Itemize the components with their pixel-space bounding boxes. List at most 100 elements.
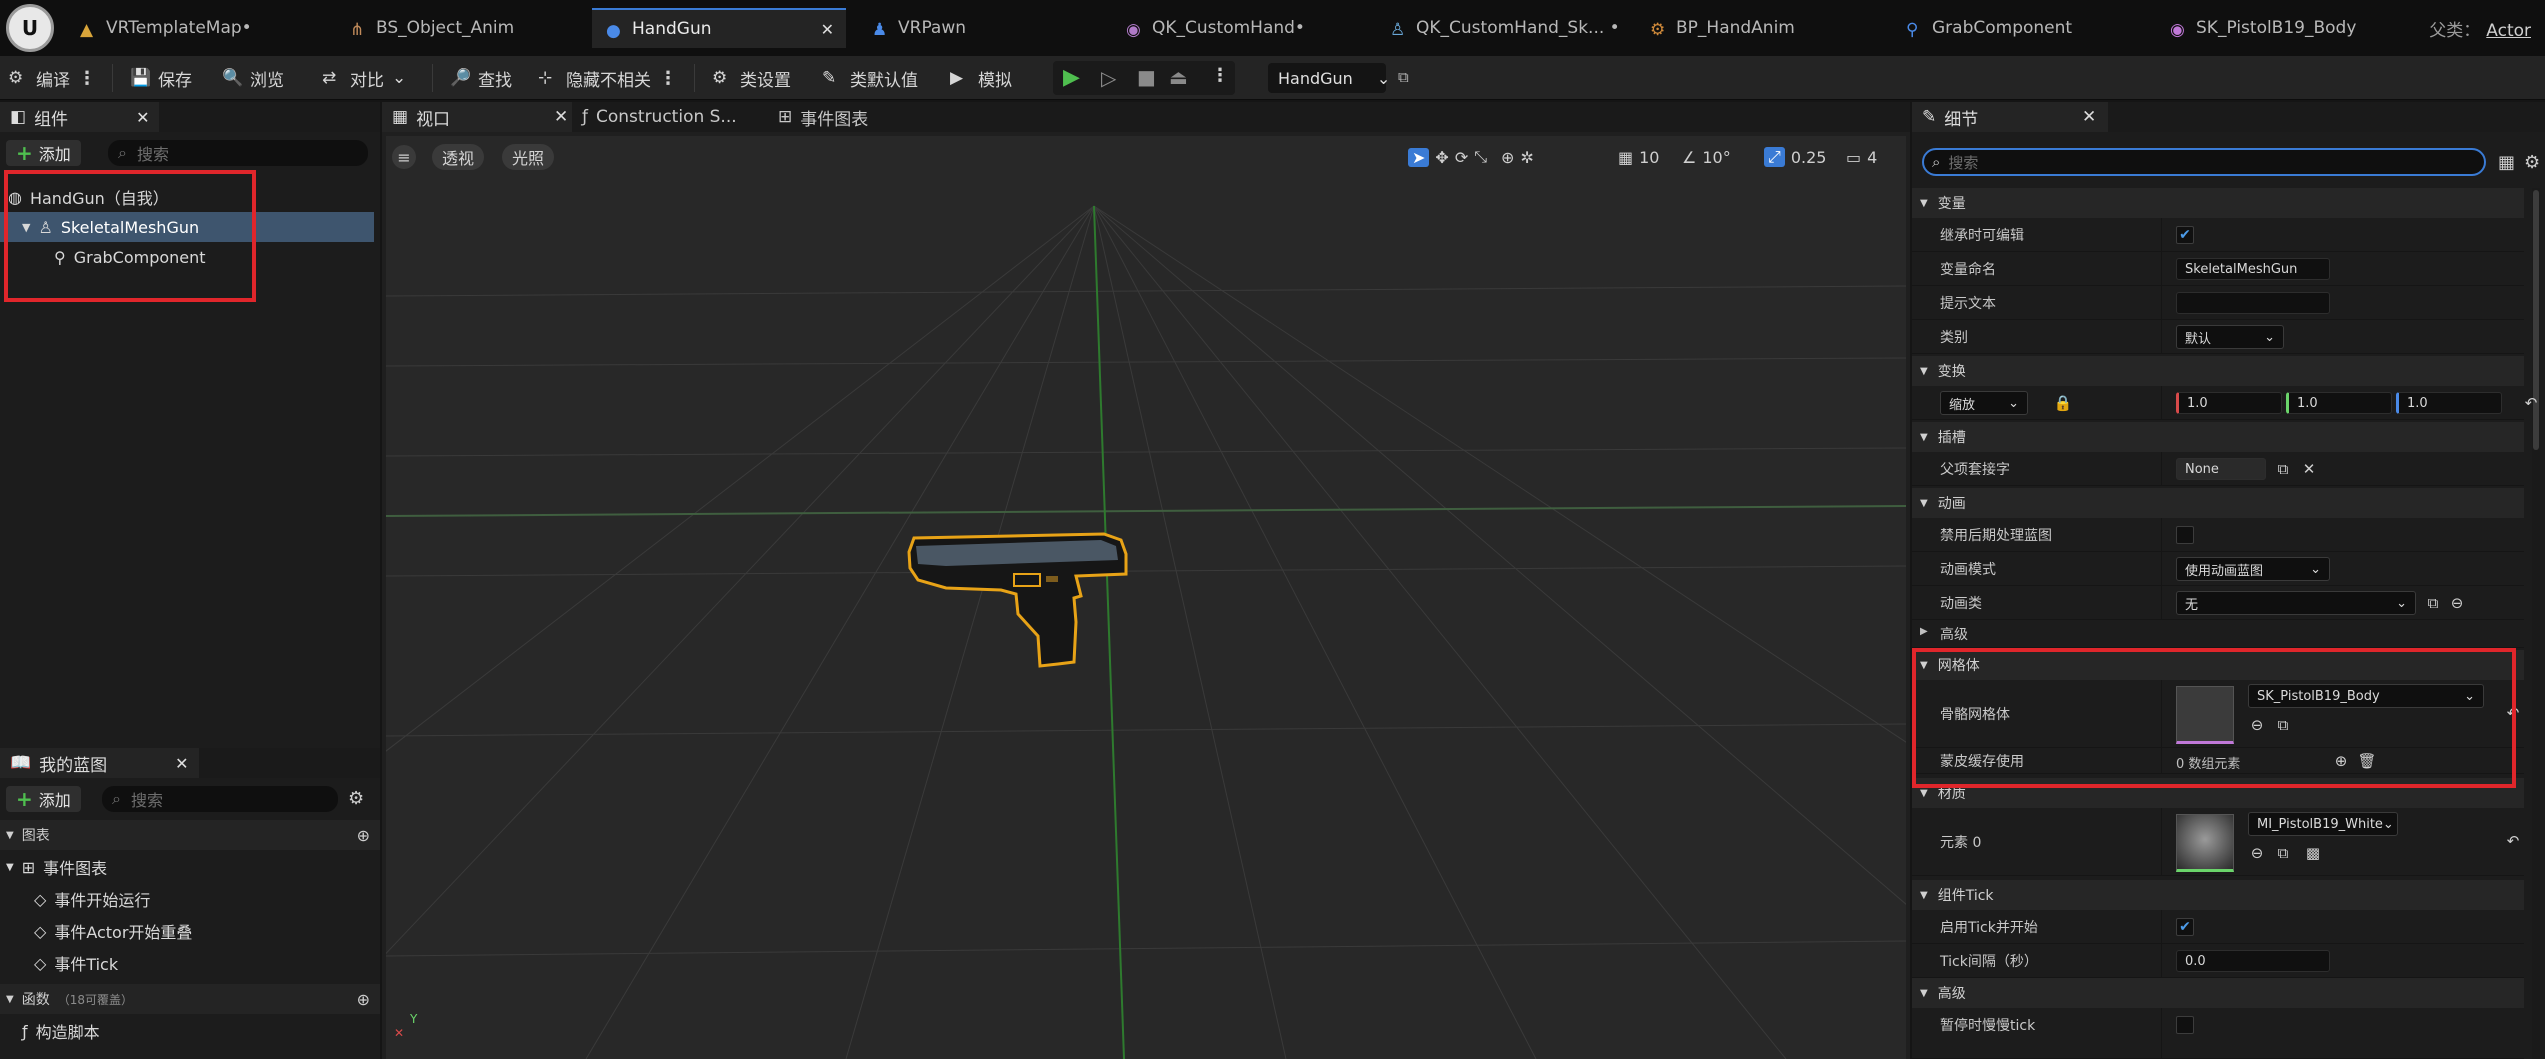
tab-handgun[interactable]: ● HandGun ✕ [592,8,846,48]
section-animation[interactable]: ▼ 动画 [1912,488,2524,518]
section-advanced[interactable]: ▼ 高级 [1912,978,2524,1008]
scale-x-field[interactable]: 1.0 [2176,392,2282,414]
section-sockets[interactable]: ▼ 插槽 [1912,422,2524,452]
tab-vrpawn[interactable]: ♟ VRPawn [858,8,980,48]
surface-snap-icon[interactable]: ✲ [1520,148,1533,167]
start-tick-checkbox[interactable]: ✔ [2176,918,2194,936]
3d-viewport[interactable]: ≡ 透视 光照 ➤ ✥ ⟳ ⤡ ⊕ ✲ ▦ 10 ∠ 10° ⤢ 0.25 ▭ [386,136,1906,1059]
reset-icon[interactable]: ↶ [2522,394,2540,412]
parent-class-link[interactable]: Actor [2486,21,2531,41]
event-beginplay-item[interactable]: ◇ 事件开始运行 [0,884,150,914]
camera-speed[interactable]: ▭ 4 [1846,144,1877,170]
rotation-snap[interactable]: ∠ 10° [1682,144,1731,170]
animation-mode-select[interactable]: 使用动画蓝图 ⌄ [2176,557,2330,581]
tab-qk-customhand[interactable]: ◉ QK_CustomHand• [1112,8,1319,48]
section-transform[interactable]: ▼ 变换 [1912,356,2524,386]
tick-even-paused-checkbox[interactable] [2176,1016,2194,1034]
gear-icon[interactable]: ⚙ [2524,152,2540,173]
material-select[interactable]: MI_PistolB19_White ⌄ [2248,812,2398,836]
category-select[interactable]: 默认 ⌄ [2176,325,2284,349]
debug-filter-icon[interactable]: ⧉ [1398,68,1409,86]
eject-icon[interactable]: ⏏ [1169,65,1188,89]
my-blueprint-tab[interactable]: 📖 我的蓝图 ✕ [0,748,199,778]
rotate-icon[interactable]: ⟳ [1455,148,1468,167]
close-tab-icon[interactable]: ✕ [821,20,834,39]
add-graph-icon[interactable]: ⊕ [357,826,370,845]
scale-z-field[interactable]: 1.0 [2396,392,2502,414]
table-view-icon[interactable]: ▦ [2498,152,2515,173]
hide-unrelated-button[interactable]: ⊹ 隐藏不相关 ⋮ [538,62,677,94]
close-icon[interactable]: ✕ [136,108,149,127]
viewport-menu-button[interactable]: ≡ [392,144,416,170]
use-selected-icon[interactable]: ⊖ [2448,594,2466,612]
browse-icon[interactable]: ⧉ [2424,594,2442,612]
gear-icon[interactable]: ⚙ [348,788,364,809]
graphs-section[interactable]: ▼ 图表 ⊕ [0,820,380,850]
tab-grabcomponent[interactable]: ⚲ GrabComponent [1892,8,2086,48]
save-button[interactable]: 💾 保存 [130,62,192,94]
editable-when-inherited-checkbox[interactable]: ✔ [2176,226,2194,244]
debug-object-select[interactable]: HandGun ⌄ [1268,63,1390,93]
class-defaults-button[interactable]: ✎ 类默认值 [822,62,918,94]
tab-sk-pistolb19-body[interactable]: ◉ SK_PistolB19_Body [2156,8,2370,48]
tab-viewport[interactable]: ▦ 视口 ✕ [382,102,572,132]
blueprint-search-input[interactable]: ⌕ 搜索 [102,786,338,812]
tab-bs-object-anim[interactable]: ⋔ BS_Object_Anim [336,8,528,48]
tab-vrtemplatemap[interactable]: ▲ VRTemplateMap• [66,8,266,48]
event-actorbeginoverlap-item[interactable]: ◇ 事件Actor开始重叠 [0,916,192,946]
scale-y-field[interactable]: 1.0 [2286,392,2392,414]
details-tab[interactable]: ✎ 细节 ✕ [1912,102,2108,132]
browse-socket-icon[interactable]: ⧉ [2274,460,2292,478]
event-tick-item[interactable]: ◇ 事件Tick [0,948,118,978]
tooltip-field[interactable] [2176,292,2330,314]
pistol-mesh[interactable] [907,532,1128,668]
close-icon[interactable]: ✕ [554,107,568,127]
class-settings-button[interactable]: ⚙ 类设置 [712,62,791,94]
translate-icon[interactable]: ✥ [1435,148,1448,167]
tab-construction-script[interactable]: ƒ Construction S... [572,102,768,132]
play-options-icon[interactable]: ⋮ [1211,65,1229,86]
tab-qk-customhand-sk[interactable]: ♙ QK_CustomHand_Sk... • [1376,8,1634,48]
reset-icon[interactable]: ↶ [2504,832,2522,850]
add-blueprint-item-button[interactable]: + 添加 [6,786,81,812]
world-local-icon[interactable]: ⊕ [1501,148,1514,167]
unreal-logo-icon[interactable]: U [6,4,54,52]
clear-icon[interactable]: ✕ [2300,460,2318,478]
simulate-button[interactable]: ▶ 模拟 [950,62,1012,94]
diff-button[interactable]: ⇄ 对比 ⌄ [322,62,406,94]
step-icon[interactable]: ▷ [1101,66,1116,90]
perspective-button[interactable]: 透视 [432,144,485,170]
material-thumbnail[interactable] [2176,814,2234,872]
close-icon[interactable]: ✕ [2082,107,2096,127]
disable-post-process-checkbox[interactable] [2176,526,2194,544]
use-selected-icon[interactable]: ⊖ [2248,844,2266,862]
components-search-input[interactable]: ⌕ 搜索 [108,140,368,166]
compile-button[interactable]: ⚙ 编译 ⋮ [8,62,96,94]
material-options-icon[interactable]: ▩ [2304,844,2322,862]
functions-section[interactable]: ▼ 函数 （18可覆盖） ⊕ [0,984,380,1014]
event-graph-item[interactable]: ▼ ⊞ 事件图表 [0,852,107,882]
details-search-input[interactable]: ⌕ 搜索 [1922,148,2486,176]
add-component-button[interactable]: + 添加 [6,140,81,166]
row-advanced[interactable]: ▶ 高级 [1912,620,2524,648]
transform-mode-select[interactable]: 缩放 ⌄ [1940,391,2028,415]
section-variable[interactable]: ▼ 变量 [1912,188,2524,218]
tick-interval-field[interactable]: 0.0 [2176,950,2330,972]
select-icon[interactable]: ➤ [1408,147,1430,167]
construction-script-item[interactable]: ƒ 构造脚本 [0,1016,100,1046]
lighting-button[interactable]: 光照 [502,144,555,170]
close-icon[interactable]: ✕ [175,754,188,773]
scale-icon[interactable]: ⤡ [1474,147,1487,167]
details-scrollbar[interactable] [2532,188,2540,1059]
lock-icon[interactable]: 🔒 [2054,394,2073,412]
more-options-icon[interactable]: ⋮ [659,68,677,89]
parent-socket-field[interactable]: None [2176,458,2266,480]
find-button[interactable]: 🔎 查找 [450,62,512,94]
variable-name-field[interactable]: SkeletalMeshGun [2176,258,2330,280]
section-component-tick[interactable]: ▼ 组件Tick [1912,880,2524,910]
add-function-icon[interactable]: ⊕ [357,990,370,1009]
tab-bp-handanim[interactable]: ⚙ BP_HandAnim [1636,8,1809,48]
tab-event-graph[interactable]: ⊞ 事件图表 [768,102,878,132]
stop-icon[interactable]: ■ [1137,65,1156,89]
browse-button[interactable]: 🔍 浏览 [222,62,284,94]
